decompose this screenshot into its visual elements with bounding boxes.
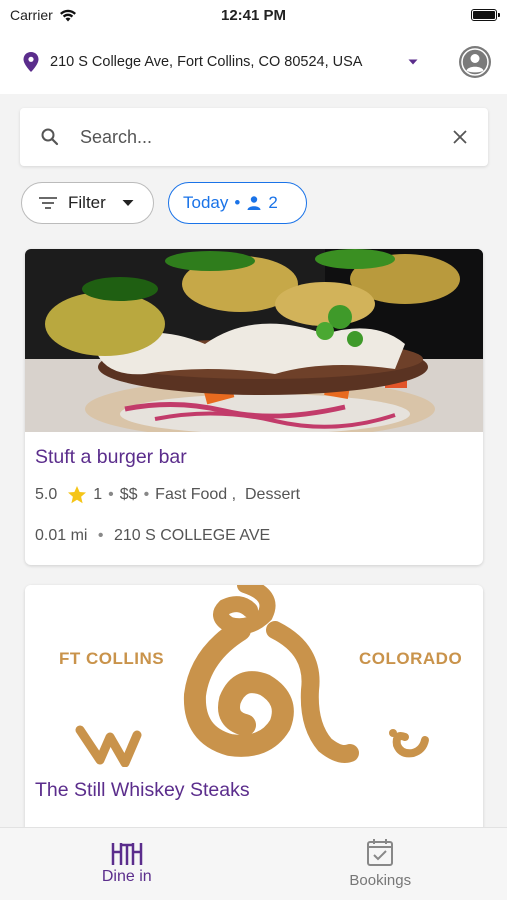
restaurant-location: 0.01 mi • 210 S COLLEGE AVE (25, 505, 483, 545)
tab-bookings-label: Bookings (349, 872, 412, 889)
search-icon (41, 128, 59, 146)
filter-button[interactable]: Filter (21, 182, 154, 224)
dine-in-icon (111, 843, 142, 865)
carrier-label: Carrier (10, 7, 53, 23)
restaurant-card[interactable]: FT COLLINS COLORADO The Still Whiskey St… (25, 585, 483, 845)
status-time: 12:41 PM (220, 6, 287, 24)
bottom-navigation: Dine in Bookings (0, 827, 507, 900)
filter-label: Filter (68, 193, 106, 212)
tab-dine-in-label: Dine in (101, 868, 152, 885)
tab-dine-in[interactable]: Dine in (0, 828, 254, 900)
date-label: Today (183, 193, 229, 212)
calendar-check-icon (367, 839, 394, 866)
party-size: 2 (268, 193, 278, 212)
price-level: $$ (119, 486, 138, 503)
avatar[interactable] (459, 46, 491, 78)
restaurant-card[interactable]: Stuft a burger bar 5.0 1 • $$ • Fast Foo… (25, 249, 483, 565)
tab-bookings[interactable]: Bookings (254, 828, 507, 900)
status-bar: Carrier 12:41 PM (0, 0, 507, 30)
separator-dot: • (108, 486, 114, 503)
restaurant-logo-image: FT COLLINS COLORADO (25, 585, 483, 767)
separator-dot: • (143, 486, 150, 503)
caret-down-icon[interactable] (407, 56, 419, 68)
burger-photo (25, 249, 483, 432)
rating-value: 5.0 (35, 486, 58, 503)
user-icon (460, 47, 490, 77)
restaurant-name[interactable]: The Still Whiskey Steaks (25, 767, 483, 802)
date-party-chip[interactable]: Today • 2 (168, 182, 307, 224)
separator-dot: • (234, 193, 241, 212)
cuisine-list: Fast Food , Dessert (155, 486, 301, 503)
separator-dot: • (97, 527, 104, 544)
wifi-icon (59, 9, 76, 21)
battery-icon (471, 9, 500, 21)
location-header: 210 S College Ave, Fort Collins, CO 8052… (0, 30, 507, 94)
status-left: Carrier (10, 7, 77, 23)
search-input[interactable] (80, 126, 452, 148)
search-bar (20, 108, 488, 166)
location-pin-icon (23, 52, 39, 72)
location-address[interactable]: 210 S College Ave, Fort Collins, CO 8052… (50, 54, 407, 70)
star-icon (68, 486, 87, 504)
person-icon (247, 196, 261, 210)
filter-icon (39, 197, 57, 209)
close-icon[interactable] (452, 129, 468, 145)
distance: 0.01 mi (35, 527, 88, 544)
review-count: 1 (93, 486, 103, 503)
restaurant-name[interactable]: Stuft a burger bar (25, 432, 483, 469)
restaurant-meta: 5.0 1 • $$ • Fast Food , Dessert (25, 469, 483, 505)
dropdown-arrow-icon (122, 200, 134, 206)
whiskey-logo-emblem (75, 585, 429, 767)
street-address: 210 S COLLEGE AVE (113, 527, 271, 544)
